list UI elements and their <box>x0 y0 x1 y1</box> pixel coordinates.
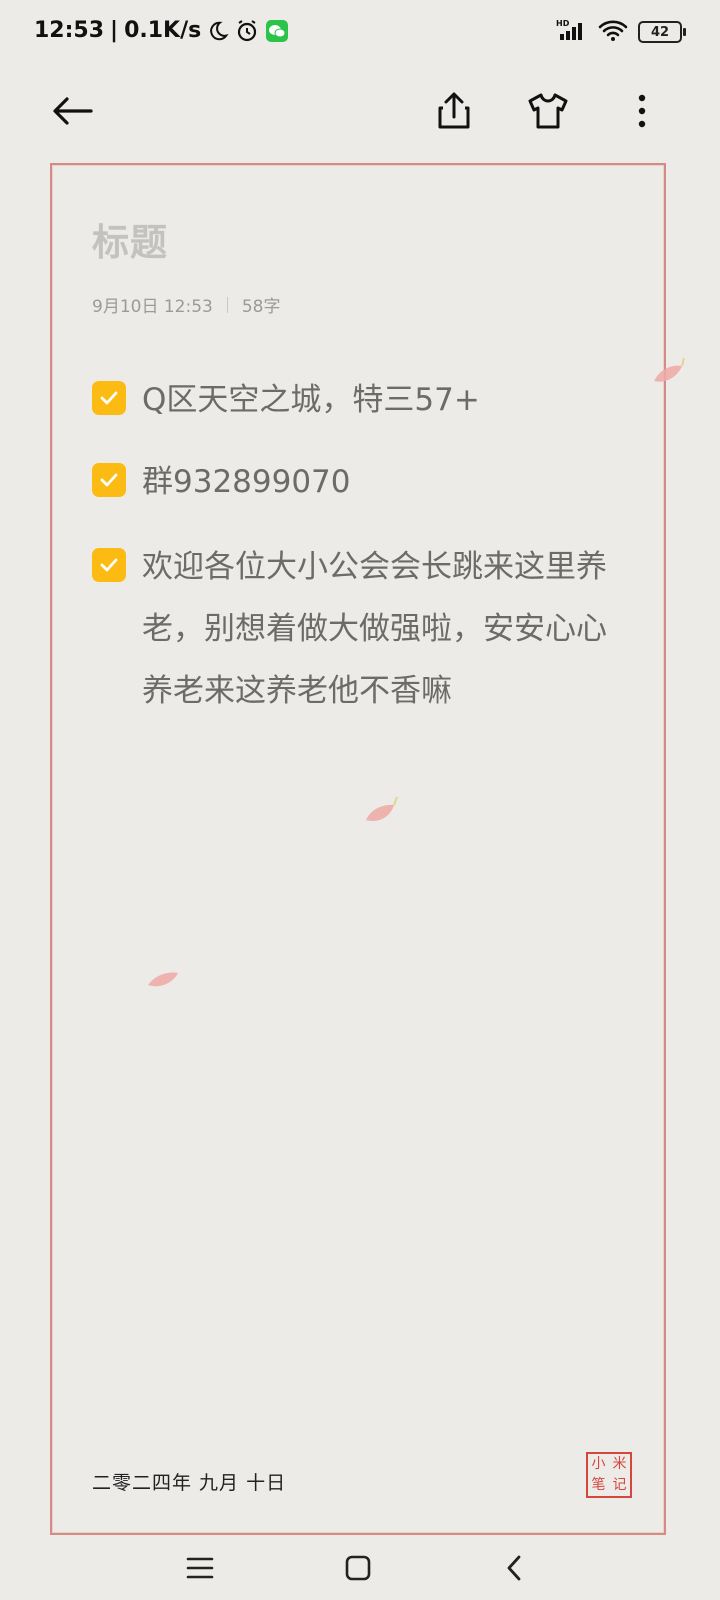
todo-text[interactable]: 欢迎各位大小公会会长跳来这里养老，别想着做大做强啦，安安心心养老来这养老他不香嘛 <box>142 536 622 722</box>
chevron-left-icon <box>507 1555 521 1581</box>
note-date: 9月10日 12:53 <box>92 297 213 317</box>
meta-divider <box>226 296 228 313</box>
share-icon <box>438 92 470 129</box>
check-icon <box>100 473 118 487</box>
check-icon <box>100 391 118 405</box>
note-meta: 9月10日 12:53 58字 <box>92 292 280 317</box>
more-button[interactable] <box>614 83 670 139</box>
wifi-icon <box>598 18 628 46</box>
check-icon <box>100 558 118 572</box>
todo-item: Q区天空之城，特三57+ <box>92 369 622 431</box>
petal-icon <box>366 796 398 822</box>
status-divider: | <box>110 18 119 43</box>
back-arrow-icon <box>53 97 93 125</box>
toolbar <box>0 66 720 156</box>
seal-char: 记 <box>612 1477 627 1493</box>
todo-text[interactable]: Q区天空之城，特三57+ <box>142 369 622 431</box>
tshirt-icon <box>528 93 568 129</box>
nav-back-button[interactable] <box>490 1544 538 1592</box>
todo-item: 欢迎各位大小公会会长跳来这里养老，别想着做大做强啦，安安心心养老来这养老他不香嘛 <box>92 536 622 722</box>
xiaomi-notes-seal: 小 米 笔 记 <box>586 1452 632 1498</box>
recents-button[interactable] <box>176 1544 224 1592</box>
status-right: HD 42 <box>556 18 686 46</box>
petal-icon <box>654 357 685 382</box>
hd-signal-icon: HD <box>556 18 588 46</box>
status-time: 12:53 <box>34 18 105 43</box>
note-title-placeholder[interactable]: 标题 <box>92 212 168 266</box>
footer-date: 二零二四年 九月 十日 <box>92 1472 287 1494</box>
word-count: 58字 <box>241 297 281 317</box>
battery-indicator: 42 <box>638 21 686 43</box>
alarm-icon <box>235 19 259 43</box>
moon-icon <box>207 20 229 42</box>
share-button[interactable] <box>426 83 482 139</box>
petal-icon <box>148 972 178 987</box>
back-button[interactable] <box>45 83 101 139</box>
home-button[interactable] <box>334 1544 382 1592</box>
status-left: 12:53 | 0.1K/s <box>34 18 289 43</box>
system-nav-bar <box>0 1534 720 1600</box>
menu-icon <box>186 1557 214 1579</box>
checkbox-checked[interactable] <box>92 381 126 415</box>
home-square-icon <box>345 1555 371 1581</box>
more-vertical-icon <box>638 94 646 128</box>
svg-text:HD: HD <box>556 19 570 28</box>
todo-text[interactable]: 群932899070 <box>142 451 622 513</box>
checkbox-checked[interactable] <box>92 548 126 582</box>
seal-char: 米 <box>612 1456 627 1472</box>
network-speed: 0.1K/s <box>124 18 202 43</box>
todo-item: 群932899070 <box>92 451 622 513</box>
seal-char: 笔 <box>591 1477 606 1493</box>
theme-button[interactable] <box>520 83 576 139</box>
status-bar: 12:53 | 0.1K/s HD 42 <box>0 0 720 66</box>
wechat-icon <box>265 19 289 43</box>
seal-char: 小 <box>591 1456 606 1472</box>
checkbox-checked[interactable] <box>92 463 126 497</box>
